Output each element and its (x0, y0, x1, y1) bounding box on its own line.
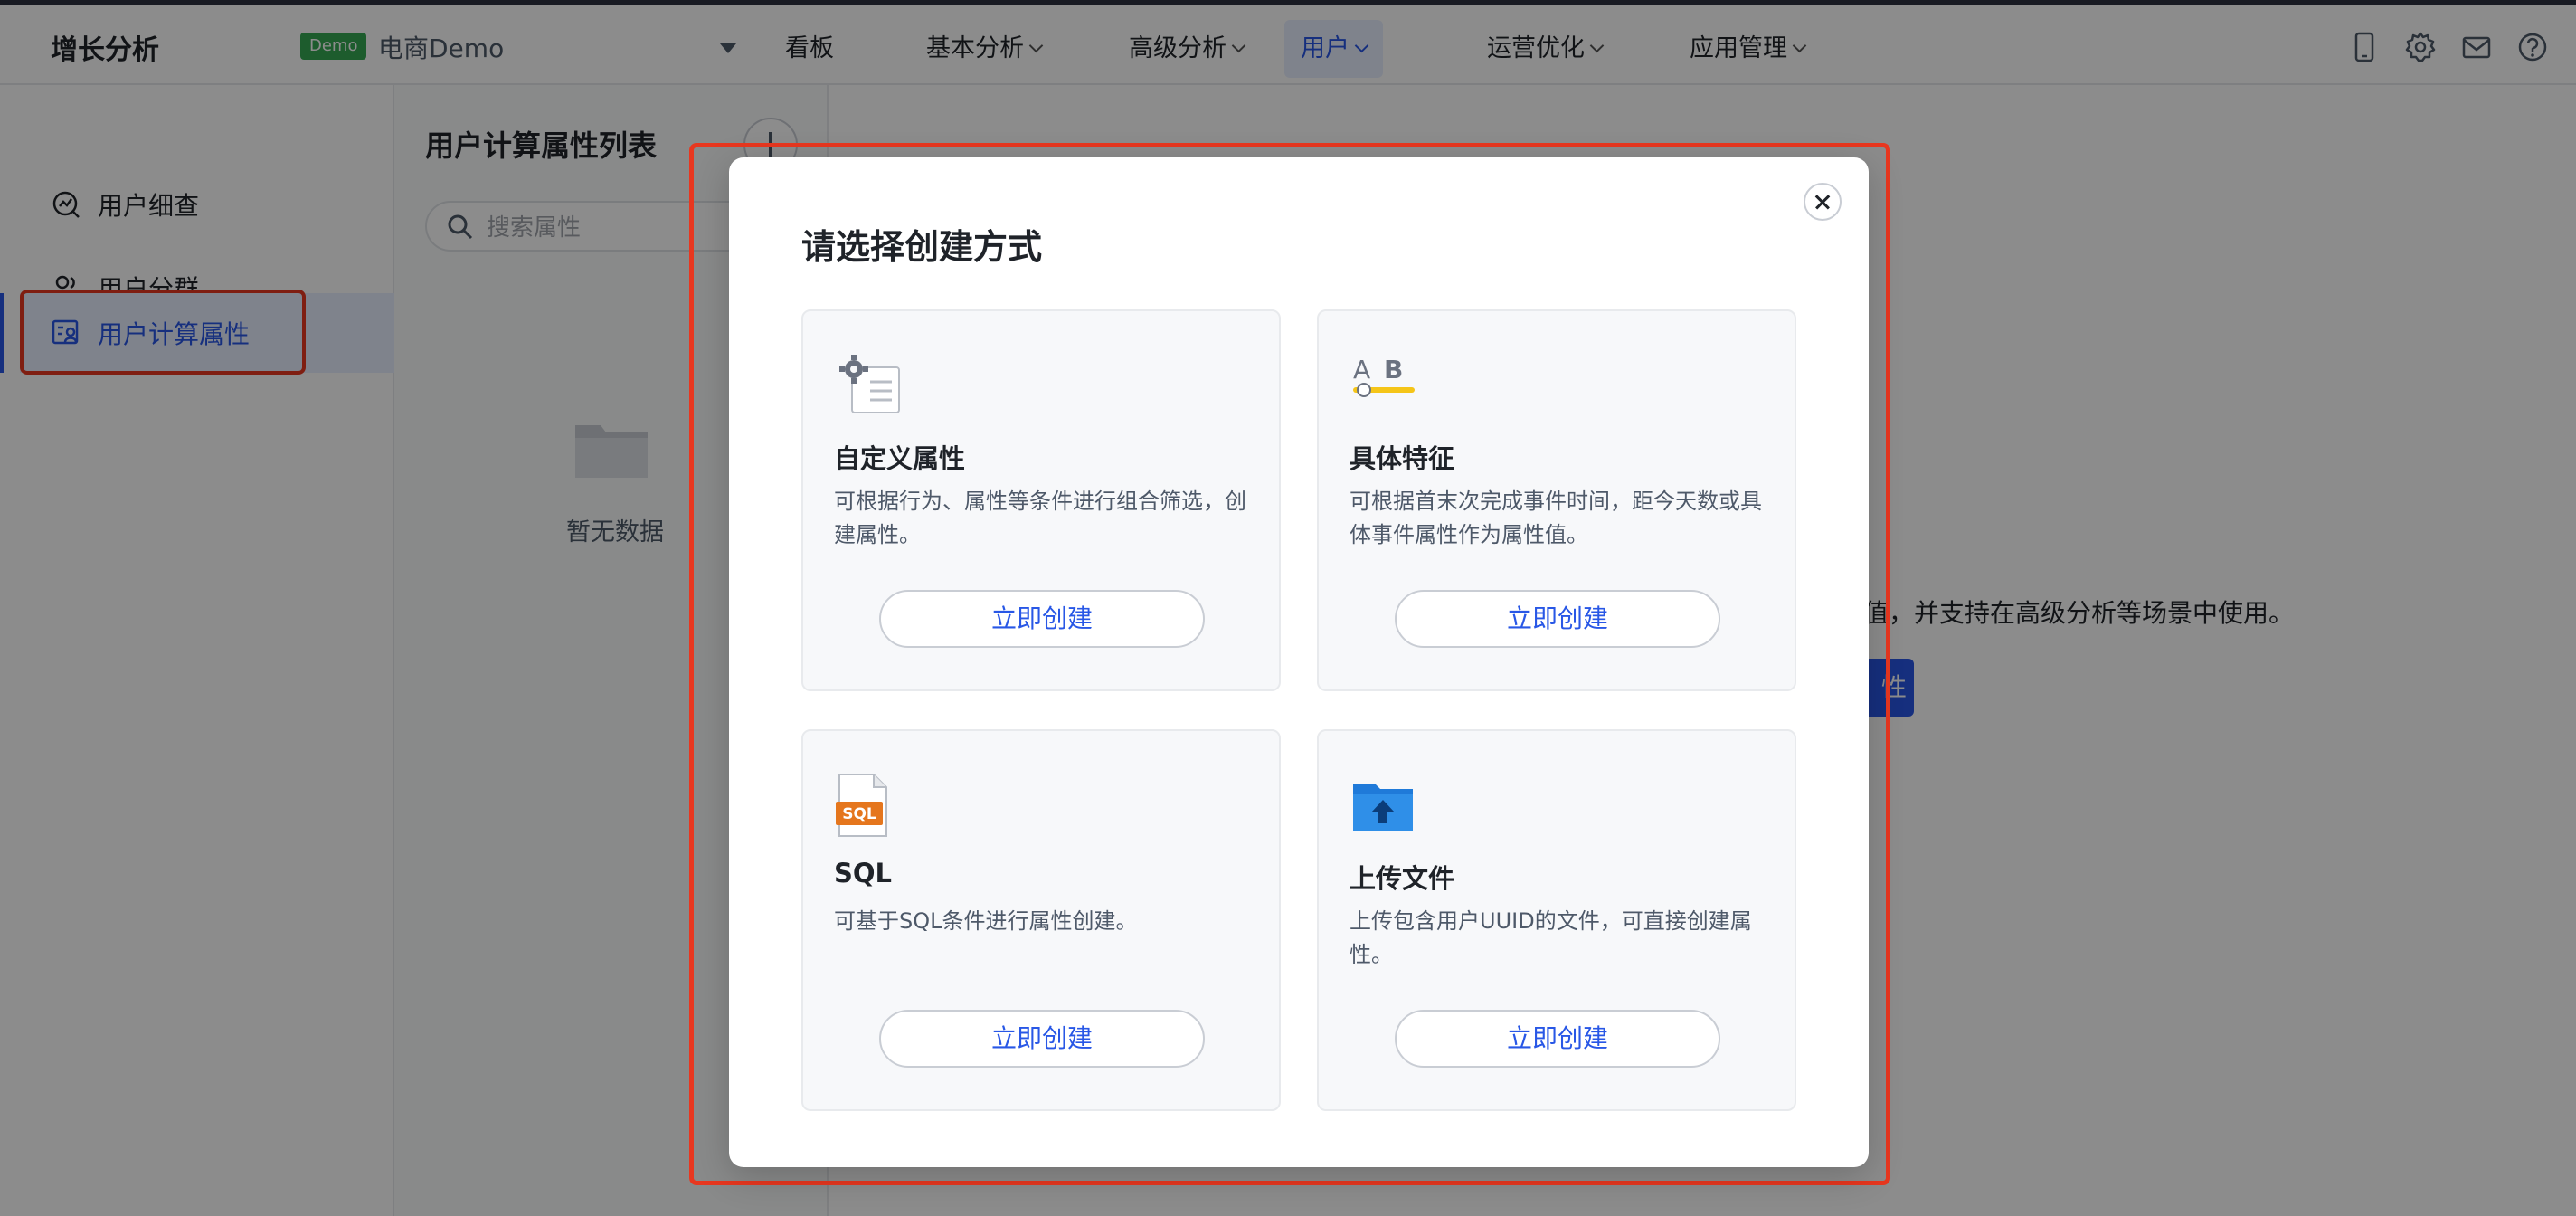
card-sql: SQL SQL 可基于SQL条件进行属性创建。 立即创建 (801, 729, 1281, 1111)
card-title: 上传文件 (1350, 863, 1455, 894)
card-title: 自定义属性 (834, 443, 966, 474)
close-icon[interactable] (1804, 183, 1842, 221)
card-description: 可根据行为、属性等条件进行组合筛选，创建属性。 (834, 489, 1246, 547)
ab-feature-icon: A B (1353, 355, 1415, 397)
card-description: 可根据首末次完成事件时间，距今天数或具体事件属性作为属性值。 (1350, 489, 1762, 547)
create-sql-button[interactable]: 立即创建 (879, 1010, 1205, 1068)
create-custom-attribute-button[interactable]: 立即创建 (879, 590, 1205, 648)
create-specific-feature-button[interactable]: 立即创建 (1395, 590, 1720, 648)
create-method-dialog: 请选择创建方式 自定义属性 可根据行为、属性等条件进行组合筛选，创建属性。 立即… (729, 157, 1869, 1167)
card-custom-attribute: 自定义属性 可根据行为、属性等条件进行组合筛选，创建属性。 立即创建 (801, 309, 1281, 691)
svg-text:A: A (1353, 355, 1370, 385)
card-description: 可基于SQL条件进行属性创建。 (834, 908, 1138, 934)
svg-text:B: B (1384, 355, 1403, 385)
sql-file-icon: SQL (836, 774, 887, 837)
card-specific-feature: A B 具体特征 可根据首末次完成事件时间，距今天数或具体事件属性作为属性值。 … (1317, 309, 1796, 691)
sql-icon-label: SQL (842, 805, 876, 823)
upload-folder-icon (1353, 784, 1413, 831)
card-upload-file: 上传文件 上传包含用户UUID的文件，可直接创建属性。 立即创建 (1317, 729, 1796, 1111)
card-description: 上传包含用户UUID的文件，可直接创建属性。 (1350, 908, 1752, 967)
create-upload-file-button[interactable]: 立即创建 (1395, 1010, 1720, 1068)
card-title: 具体特征 (1350, 443, 1455, 474)
custom-attribute-icon (839, 355, 900, 413)
card-title: SQL (834, 858, 893, 888)
dialog-title: 请选择创建方式 (801, 227, 1043, 267)
